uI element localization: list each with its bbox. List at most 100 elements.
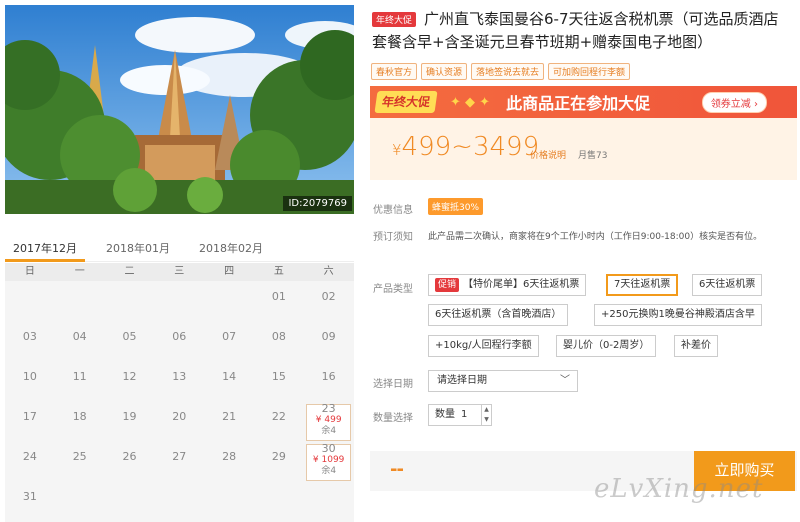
day-number: 17 xyxy=(22,410,37,423)
day-number: 29 xyxy=(271,450,286,463)
calendar-empty-cell xyxy=(105,481,155,521)
chevron-down-icon: ﹀ xyxy=(560,375,570,386)
day-number: 22 xyxy=(271,410,286,423)
coupon-label: 优惠信息 xyxy=(373,205,413,216)
day-number: 28 xyxy=(222,450,237,463)
day-number: 13 xyxy=(172,370,187,383)
tab-month-2018-02[interactable]: 2018年02月 xyxy=(191,236,271,262)
day-number: 18 xyxy=(72,410,87,423)
tag: 春秋官方 xyxy=(371,63,418,80)
weekday-label: 六 xyxy=(323,266,334,277)
day-number: 05 xyxy=(122,330,137,343)
day-number: 02 xyxy=(321,290,336,303)
photo-id-label: ID:2079769 xyxy=(283,196,352,211)
stepper-arrows[interactable]: ▲ ▼ xyxy=(481,405,491,425)
calendar-day[interactable]: 23 ¥ 499 余4 xyxy=(304,401,354,441)
day-number: 12 xyxy=(122,370,137,383)
day-number: 31 xyxy=(22,490,37,503)
day-remaining: 余4 xyxy=(321,466,337,476)
price-box: ¥499~3499 价格说明 月售73 xyxy=(370,118,797,180)
tab-month-2017-12[interactable]: 2017年12月 xyxy=(5,236,85,262)
calendar-day: 25 xyxy=(55,441,105,481)
calendar-day: 20 xyxy=(154,401,204,441)
calendar-empty-cell xyxy=(55,281,105,321)
product-type-label: 产品类型 xyxy=(373,284,413,295)
weekday-label: 二 xyxy=(124,266,135,277)
option-price-diff[interactable]: 补差价 xyxy=(674,335,718,357)
option-hotel-upgrade[interactable]: +250元换购1晚曼谷神殿酒店含早 xyxy=(594,304,762,326)
coupon-chip[interactable]: 蜂蜜抵30% xyxy=(428,198,484,215)
quantity-value: 1 xyxy=(461,409,468,420)
day-number: 26 xyxy=(122,450,137,463)
calendar-empty-cell xyxy=(154,281,204,321)
tag: 可加购回程行李额 xyxy=(548,63,631,80)
day-number: 15 xyxy=(271,370,286,383)
day-number: 25 xyxy=(72,450,87,463)
day-price: ¥ 1099 xyxy=(312,455,345,465)
option-6day[interactable]: 6天往返机票 xyxy=(692,274,763,296)
day-number: 30 xyxy=(321,442,336,455)
day-number: 01 xyxy=(271,290,286,303)
calendar-day: 27 xyxy=(154,441,204,481)
day-number: 06 xyxy=(172,330,187,343)
calendar-day: 01 xyxy=(254,281,304,321)
notice-label: 预订须知 xyxy=(373,232,413,243)
calendar-day: 21 xyxy=(204,401,254,441)
calendar-empty-cell xyxy=(254,481,304,521)
day-number: 07 xyxy=(222,330,237,343)
calendar-day[interactable]: 30 ¥ 1099 余4 xyxy=(304,441,354,481)
option-luggage[interactable]: +10kg/人回程行李额 xyxy=(428,335,539,357)
watermark: eLvXing.net xyxy=(594,474,764,504)
calendar-week-row: 17 18 19 20 21 22 23 ¥ 499 余4 xyxy=(5,401,354,441)
weekday-label: 三 xyxy=(174,266,185,277)
quantity-stepper[interactable]: 数量 1 ▲ ▼ xyxy=(428,404,492,426)
calendar-day: 05 xyxy=(105,321,155,361)
calendar-day: 19 xyxy=(105,401,155,441)
calendar-week-row: 24 25 26 27 28 29 30 ¥ 1099 余4 xyxy=(5,441,354,481)
date-select[interactable]: 请选择日期 ﹀ xyxy=(428,370,578,392)
weekday-label: 一 xyxy=(74,266,85,277)
option-6day-hotel[interactable]: 6天往返机票（含首晚酒店） xyxy=(428,304,569,326)
option-7day[interactable]: 7天往返机票 xyxy=(606,274,679,296)
lantern-icon: ✦ ◆ ✦ xyxy=(450,94,491,110)
coupon-button[interactable]: 领券立减 › xyxy=(701,91,767,113)
day-number: 19 xyxy=(122,410,137,423)
tab-month-2018-01[interactable]: 2018年01月 xyxy=(98,236,178,262)
option-special-6day[interactable]: 促销 【特价尾单】6天往返机票 xyxy=(428,274,587,296)
calendar-day: 24 xyxy=(5,441,55,481)
weekday-label: 日 xyxy=(24,266,35,277)
decrement-icon[interactable]: ▼ xyxy=(484,416,489,423)
calendar-week-row: 01 02 xyxy=(5,281,354,321)
calendar-empty-cell xyxy=(154,481,204,521)
increment-icon[interactable]: ▲ xyxy=(484,406,489,413)
calendar-weekday-header: 日 一 二 三 四 五 六 xyxy=(5,263,354,281)
calendar-day: 13 xyxy=(154,361,204,401)
day-number: 11 xyxy=(72,370,87,383)
quantity-label: 数量选择 xyxy=(373,413,413,424)
calendar-day: 07 xyxy=(204,321,254,361)
calendar-day: 26 xyxy=(105,441,155,481)
weekday-label: 四 xyxy=(224,266,235,277)
quantity-field-label: 数量 xyxy=(435,409,455,420)
calendar-day: 17 xyxy=(5,401,55,441)
calendar-day: 16 xyxy=(304,361,354,401)
day-number: 24 xyxy=(22,450,37,463)
total-price-placeholder: -- xyxy=(390,459,404,480)
calendar-day: 08 xyxy=(254,321,304,361)
calendar-day: 28 xyxy=(204,441,254,481)
calendar-day: 15 xyxy=(254,361,304,401)
promo-banner: 年终大促 ✦ ◆ ✦ 此商品正在参加大促 领券立减 › xyxy=(370,86,797,118)
calendar-empty-cell xyxy=(204,281,254,321)
price-value: 499~3499 xyxy=(401,132,540,162)
calendar-day: 31 xyxy=(5,481,55,521)
date-label: 选择日期 xyxy=(373,379,413,390)
price-explain-link[interactable]: 价格说明 xyxy=(530,148,566,161)
option-infant[interactable]: 婴儿价（0-2周岁） xyxy=(556,335,657,357)
day-number: 10 xyxy=(22,370,37,383)
calendar-day: 22 xyxy=(254,401,304,441)
calendar-week-row: 10 11 12 13 14 15 16 xyxy=(5,361,354,401)
promo-badge: 年终大促 xyxy=(372,12,417,27)
calendar-empty-cell xyxy=(105,281,155,321)
day-number: 14 xyxy=(222,370,237,383)
product-tags: 春秋官方 确认资源 落地签说去就去 可加购回程行李额 xyxy=(371,63,631,80)
